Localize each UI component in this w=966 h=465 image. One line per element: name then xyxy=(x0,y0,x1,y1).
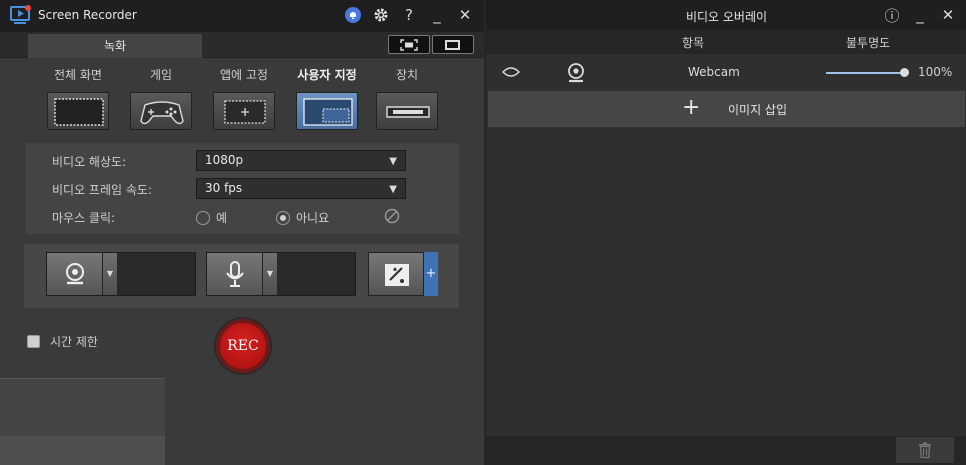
opacity-value: 100% xyxy=(918,65,953,79)
overlay-title-bar: 비디오 오버레이 ⓘ _ ✕ xyxy=(486,0,966,30)
opacity-slider-track[interactable] xyxy=(826,72,904,74)
close-icon[interactable]: ✕ xyxy=(456,6,474,24)
mode-label: 사용자 지정 xyxy=(297,68,357,82)
lock-to-app-icon[interactable] xyxy=(213,92,275,130)
add-effect-button[interactable]: + xyxy=(424,252,438,296)
chevron-down-icon: ▼ xyxy=(389,156,397,167)
mode-device[interactable]: 장치 xyxy=(370,58,444,130)
resolution-row: 비디오 해상도: 1080p ▼ xyxy=(26,147,459,175)
input-devices-panel: ▼ ▼ + xyxy=(24,244,459,308)
title-bar: Screen Recorder ? _ ✕ xyxy=(0,0,484,32)
radio-off-icon xyxy=(196,210,210,225)
insert-image-button[interactable]: + 이미지 삽입 xyxy=(488,91,965,127)
resolution-label: 비디오 해상도: xyxy=(52,155,127,169)
overlay-titlebar-controls: ⓘ _ ✕ xyxy=(883,6,957,25)
eye-icon[interactable] xyxy=(502,66,520,81)
time-limit-checkbox[interactable]: 시간 제한 xyxy=(27,333,98,350)
mode-full-screen[interactable]: 전체 화면 xyxy=(41,58,115,130)
mouse-click-row: 마우스 클릭: 예 아니요 xyxy=(26,203,459,231)
trash-icon[interactable] xyxy=(896,437,954,463)
titlebar-controls: ? _ ✕ xyxy=(344,6,474,24)
framerate-row: 비디오 프레임 속도: 30 fps ▼ xyxy=(26,175,459,203)
rec-button[interactable]: REC xyxy=(216,319,270,373)
framerate-label: 비디오 프레임 속도: xyxy=(52,183,152,197)
radio-label: 예 xyxy=(216,211,228,225)
gamepad-icon[interactable] xyxy=(130,92,192,130)
video-overlay-window: 비디오 오버레이 ⓘ _ ✕ 항목 불투명도 Webcam 100% + 이미지… xyxy=(485,0,966,465)
framerate-value: 30 fps xyxy=(205,181,243,195)
webcam-icon xyxy=(566,62,586,87)
mouse-click-yes-radio[interactable]: 예 xyxy=(196,209,227,226)
chevron-down-icon: ▼ xyxy=(389,184,397,195)
notification-bell-icon[interactable] xyxy=(344,6,362,24)
framerate-select[interactable]: 30 fps ▼ xyxy=(196,178,406,199)
mode-custom[interactable]: 사용자 지정 xyxy=(290,58,364,130)
video-settings-panel: 비디오 해상도: 1080p ▼ 비디오 프레임 속도: 30 fps ▼ 마우… xyxy=(26,143,459,234)
overlay-item-name: Webcam xyxy=(688,65,740,79)
chevron-down-icon[interactable]: ▼ xyxy=(263,253,277,295)
help-icon[interactable]: ? xyxy=(400,6,418,24)
opacity-slider-thumb[interactable] xyxy=(900,68,909,77)
custom-area-icon[interactable] xyxy=(296,92,358,130)
minimize-icon[interactable]: _ xyxy=(911,6,929,24)
app-title: Screen Recorder xyxy=(38,8,137,22)
mouse-click-label: 마우스 클릭: xyxy=(52,211,116,225)
overlay-table-header: 항목 불투명도 xyxy=(486,30,966,54)
column-header-opacity: 불투명도 xyxy=(846,36,891,50)
mode-label: 게임 xyxy=(149,68,173,82)
resolution-select[interactable]: 1080p ▼ xyxy=(196,150,406,171)
webcam-icon[interactable] xyxy=(47,253,103,295)
mode-label: 앱에 고정 xyxy=(220,68,268,82)
webcam-device: ▼ xyxy=(46,252,196,296)
column-header-item: 항목 xyxy=(682,36,705,50)
device-icon[interactable] xyxy=(376,92,438,130)
mode-label: 장치 xyxy=(395,68,419,82)
tab-bar: 녹화 xyxy=(0,32,484,58)
tab-record[interactable]: 녹화 xyxy=(28,34,202,58)
info-icon[interactable]: ⓘ xyxy=(883,6,901,25)
mode-game[interactable]: 게임 xyxy=(124,58,198,130)
radio-on-icon xyxy=(276,210,290,225)
effects-icon[interactable] xyxy=(368,252,424,296)
gear-icon[interactable] xyxy=(372,6,390,24)
fullscreen-view-button[interactable] xyxy=(388,35,430,54)
chevron-down-icon[interactable]: ▼ xyxy=(103,253,117,295)
close-icon[interactable]: ✕ xyxy=(939,6,957,24)
mode-label: 전체 화면 xyxy=(54,68,102,82)
mini-view-button[interactable] xyxy=(432,35,474,54)
time-limit-label: 시간 제한 xyxy=(50,335,98,349)
disabled-icon[interactable] xyxy=(384,208,400,227)
radio-label: 아니요 xyxy=(296,211,330,225)
minimize-icon[interactable]: _ xyxy=(428,6,446,24)
overlay-footer xyxy=(486,436,966,465)
full-screen-icon[interactable] xyxy=(47,92,109,130)
mouse-click-no-radio[interactable]: 아니요 xyxy=(276,209,329,226)
microphone-device: ▼ xyxy=(206,252,356,296)
insert-image-label: 이미지 삽입 xyxy=(728,103,788,117)
table-row[interactable]: Webcam 100% xyxy=(486,56,966,90)
microphone-icon[interactable] xyxy=(207,253,263,295)
left-lower-strip xyxy=(0,436,165,465)
screen-recorder-window: Screen Recorder ? _ ✕ 녹화 전체 화면 게임 앱에 고정 … xyxy=(0,0,484,465)
resolution-value: 1080p xyxy=(205,153,244,167)
capture-mode-selector: 전체 화면 게임 앱에 고정 사용자 지정 장치 xyxy=(0,58,484,142)
checkbox-icon xyxy=(27,335,40,348)
plus-icon: + xyxy=(682,95,701,120)
mode-lock-to-app[interactable]: 앱에 고정 xyxy=(207,58,281,130)
app-logo-icon xyxy=(10,5,32,25)
